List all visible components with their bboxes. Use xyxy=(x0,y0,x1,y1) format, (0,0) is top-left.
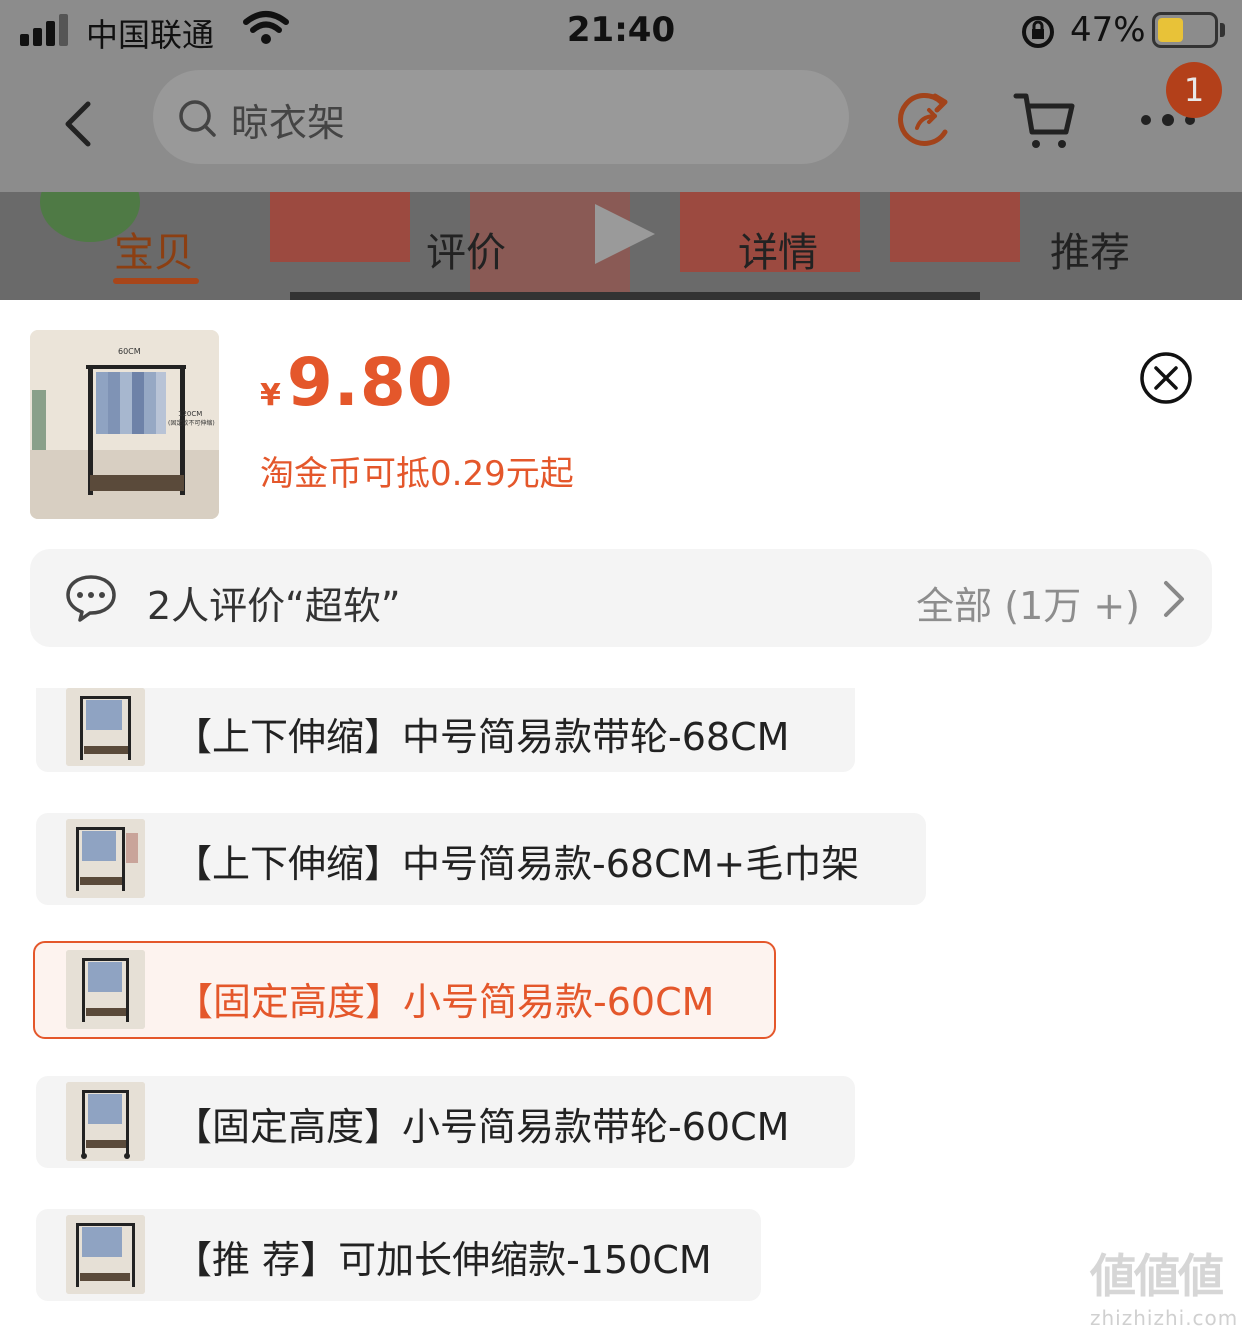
svg-text:60CM: 60CM xyxy=(118,347,141,356)
watermark-url: zhizhizhi.com xyxy=(1090,1306,1239,1326)
sku-thumbnail xyxy=(66,688,145,766)
nav-bar: 晾衣架 1 xyxy=(0,62,1242,192)
svg-text:120CM: 120CM xyxy=(178,410,202,418)
battery-percent: 47% xyxy=(1070,10,1146,50)
notification-badge: 1 xyxy=(1166,62,1222,118)
search-input[interactable]: 晾衣架 xyxy=(153,70,849,164)
tab-reviews[interactable]: 评价 xyxy=(426,220,506,278)
sku-thumbnail xyxy=(66,819,145,898)
sku-sheet: 60CM 120CM (固定款不可伸缩) ¥9.80 淘金币可抵0.29元起 2… xyxy=(0,300,1242,1326)
refresh-share-icon[interactable] xyxy=(895,88,959,152)
review-all-count: 全部 (1万 +) xyxy=(916,584,1140,628)
sku-option-label: 【固定高度】小号简易款-60CM xyxy=(175,980,715,1024)
review-keyword-text: 2人评价“超软” xyxy=(147,584,401,628)
watermark: 値値値 zhizhizhi.com xyxy=(1090,1240,1240,1326)
sku-option[interactable]: 【推 荐】可加长伸缩款-150CM xyxy=(36,1209,761,1301)
status-bar: 中国联通 21:40 47% xyxy=(0,0,1242,62)
sku-thumbnail xyxy=(66,1215,145,1294)
rotation-lock-icon xyxy=(1022,16,1054,48)
back-arrow-icon[interactable] xyxy=(58,98,98,150)
active-tab-indicator xyxy=(113,278,199,284)
clothes-rack-image: 60CM 120CM (固定款不可伸缩) xyxy=(30,330,219,519)
battery-tip xyxy=(1220,23,1225,37)
sku-option-selected[interactable]: 【固定高度】小号简易款-60CM xyxy=(33,941,776,1039)
svg-text:(固定款不可伸缩): (固定款不可伸缩) xyxy=(168,419,215,427)
chat-bubble-icon xyxy=(66,575,116,622)
watermark-logo: 値値値 xyxy=(1090,1249,1224,1303)
coin-discount-text: 淘金币可抵0.29元起 xyxy=(260,454,574,494)
review-summary-bar[interactable]: 2人评价“超软” 全部 (1万 +) xyxy=(30,549,1212,647)
currency-symbol: ¥ xyxy=(260,378,281,413)
battery-icon xyxy=(1152,12,1218,48)
tab-details[interactable]: 详情 xyxy=(738,220,818,278)
sku-option-label: 【固定高度】小号简易款带轮-60CM xyxy=(174,1105,790,1149)
close-icon[interactable] xyxy=(1138,350,1194,406)
sku-option[interactable]: 【固定高度】小号简易款带轮-60CM xyxy=(36,1076,855,1168)
price: ¥9.80 xyxy=(260,344,454,421)
chevron-right-icon xyxy=(1164,581,1184,617)
battery-fill xyxy=(1158,18,1183,42)
sku-thumbnail xyxy=(66,950,145,1029)
price-value: 9.80 xyxy=(286,344,454,421)
sku-thumbnail xyxy=(66,1082,145,1161)
search-placeholder: 晾衣架 xyxy=(231,101,346,145)
sku-option-label: 【推 荐】可加长伸缩款-150CM xyxy=(174,1238,712,1282)
dimmed-header: 中国联通 21:40 47% 晾衣架 1 宝贝 评价 详情 推荐 xyxy=(0,0,1242,300)
tab-recommend[interactable]: 推荐 xyxy=(1050,220,1130,278)
sku-option[interactable]: 【上下伸缩】中号简易款带轮-68CM xyxy=(36,688,855,772)
cart-icon[interactable] xyxy=(1012,88,1076,152)
tab-bar: 宝贝 评价 详情 推荐 xyxy=(0,192,1242,300)
sku-option[interactable]: 【上下伸缩】中号简易款-68CM+毛巾架 xyxy=(36,813,926,905)
product-image[interactable]: 60CM 120CM (固定款不可伸缩) xyxy=(30,330,219,519)
sku-option-label: 【上下伸缩】中号简易款带轮-68CM xyxy=(174,715,790,759)
search-icon xyxy=(179,100,216,137)
sku-option-label: 【上下伸缩】中号简易款-68CM+毛巾架 xyxy=(174,842,860,886)
tab-baobei[interactable]: 宝贝 xyxy=(114,220,194,278)
